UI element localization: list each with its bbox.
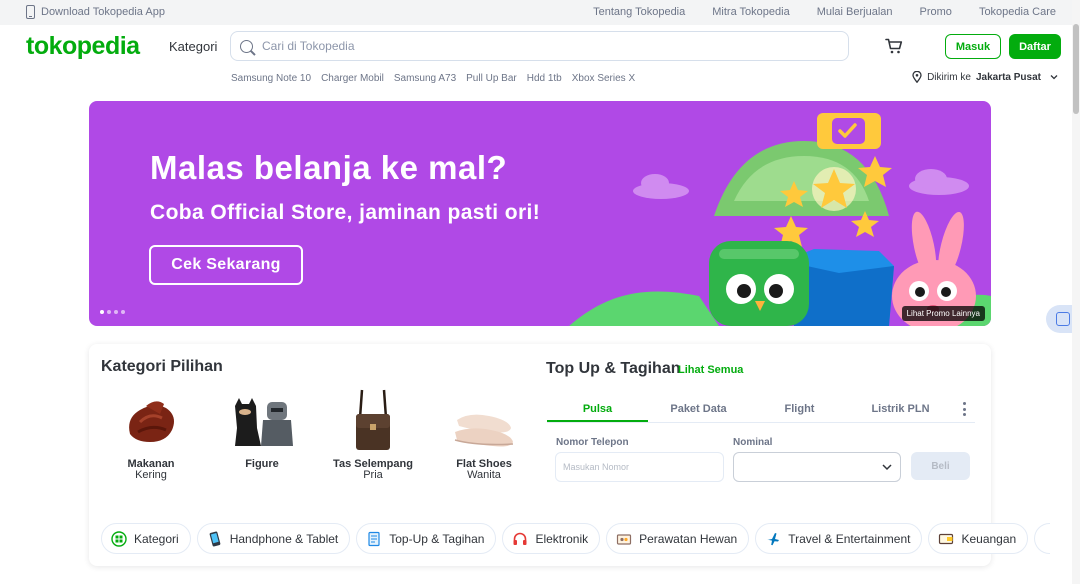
chip-topup-tagihan[interactable]: Top-Up & Tagihan bbox=[356, 523, 497, 554]
kategori-pilihan-title: Kategori Pilihan bbox=[101, 358, 223, 375]
chip-label: Handphone & Tablet bbox=[229, 531, 339, 546]
carousel-dot[interactable] bbox=[114, 310, 118, 314]
chip-perawatan-hewan[interactable]: Perawatan Hewan bbox=[606, 523, 750, 554]
carousel-dots bbox=[100, 310, 125, 314]
link-promo[interactable]: Promo bbox=[920, 6, 952, 18]
kategori-item-sub: Wanita bbox=[467, 469, 501, 481]
chip-handphone-tablet[interactable]: Handphone & Tablet bbox=[196, 523, 351, 554]
chip-label: Perawatan Hewan bbox=[639, 531, 738, 546]
carousel-dot[interactable] bbox=[100, 310, 104, 314]
cart-icon[interactable] bbox=[885, 38, 903, 54]
sling-bag-image bbox=[356, 389, 390, 450]
trending-item[interactable]: Hdd 1tb bbox=[527, 73, 562, 84]
trending-item[interactable]: Xbox Series X bbox=[572, 73, 635, 84]
tab-pulsa[interactable]: Pulsa bbox=[547, 396, 648, 422]
cek-sekarang-button[interactable]: Cek Sekarang bbox=[149, 245, 303, 285]
tab-paket-data[interactable]: Paket Data bbox=[648, 396, 749, 422]
download-app-link[interactable]: Download Tokopedia App bbox=[26, 5, 165, 19]
headphones-icon bbox=[513, 532, 527, 545]
phone-label: Nomor Telepon bbox=[556, 437, 629, 448]
delivery-location[interactable]: Dikirim ke Jakarta Pusat bbox=[912, 71, 1058, 83]
chip-label: Top-Up & Tagihan bbox=[389, 531, 485, 546]
location-pin-icon bbox=[912, 71, 922, 83]
pet-care-icon bbox=[617, 533, 632, 545]
link-mitra[interactable]: Mitra Tokopedia bbox=[712, 6, 789, 18]
chip-kategori[interactable]: Kategori bbox=[101, 523, 191, 554]
tab-listrik-pln[interactable]: Listrik PLN bbox=[850, 396, 951, 422]
chevron-down-icon bbox=[1050, 75, 1058, 80]
kategori-item-sub: Pria bbox=[363, 469, 383, 481]
chip-label: Elektronik bbox=[535, 531, 589, 546]
search-icon bbox=[240, 39, 253, 53]
phone-icon bbox=[26, 5, 35, 19]
tokopedia-logo[interactable]: tokopedia bbox=[26, 32, 140, 61]
login-button[interactable]: Masuk bbox=[945, 34, 1001, 59]
kategori-item-figure[interactable]: Figure bbox=[212, 388, 312, 488]
phone-icon bbox=[209, 531, 221, 546]
register-button[interactable]: Daftar bbox=[1009, 34, 1061, 59]
banner-subline: Coba Official Store, jaminan pasti ori! bbox=[150, 201, 541, 224]
link-tentang[interactable]: Tentang Tokopedia bbox=[593, 6, 685, 18]
more-options-icon[interactable] bbox=[963, 402, 967, 416]
kategori-item-sub: Kering bbox=[135, 469, 167, 481]
kategori-item-tas-selempang[interactable]: Tas Selempang Pria bbox=[323, 388, 423, 488]
banner-illustration bbox=[569, 113, 991, 326]
chip-travel-entertainment[interactable]: Travel & Entertainment bbox=[755, 523, 923, 554]
kategori-pilihan-list: Makanan Kering Figure Tas Selempang Pria bbox=[101, 388, 534, 488]
airplane-icon bbox=[767, 532, 780, 545]
topup-tabs: Pulsa Paket Data Flight Listrik PLN bbox=[547, 396, 975, 423]
kategori-item-makanan[interactable]: Makanan Kering bbox=[101, 388, 201, 488]
kategori-item-name: Figure bbox=[245, 458, 279, 470]
topup-title: Top Up & Tagihan bbox=[546, 360, 681, 377]
chip-label: Keuangan bbox=[961, 531, 1017, 546]
finance-icon bbox=[939, 533, 954, 544]
nominal-label: Nominal bbox=[733, 437, 773, 448]
trending-item[interactable]: Charger Mobil bbox=[321, 73, 384, 84]
chevron-down-icon bbox=[882, 464, 892, 471]
trending-item[interactable]: Samsung A73 bbox=[394, 73, 456, 84]
figure-image bbox=[235, 398, 293, 446]
chip-label: Kategori bbox=[134, 531, 179, 546]
lihat-promo-link[interactable]: Lihat Promo Lainnya bbox=[901, 306, 985, 321]
carousel-dot[interactable] bbox=[121, 310, 125, 314]
buy-button[interactable]: Beli bbox=[911, 452, 970, 480]
tab-flight[interactable]: Flight bbox=[749, 396, 850, 422]
promo-banner[interactable]: Malas belanja ke mal? Coba Official Stor… bbox=[89, 101, 991, 326]
category-topup-card: Kategori Pilihan Makanan Kering Figure T… bbox=[89, 344, 1051, 566]
trending-item[interactable]: Pull Up Bar bbox=[466, 73, 517, 84]
nominal-select[interactable] bbox=[733, 452, 901, 482]
search-bar[interactable] bbox=[230, 31, 849, 61]
kategori-menu[interactable]: Kategori bbox=[169, 39, 217, 54]
main-header: tokopedia Kategori Masuk Daftar Samsung … bbox=[0, 25, 1080, 95]
page-scrollbar[interactable] bbox=[1072, 0, 1080, 584]
chip-label: Travel & Entertainment bbox=[788, 531, 911, 546]
location-city: Jakarta Pusat bbox=[975, 71, 1041, 83]
chip-overflow[interactable] bbox=[1034, 523, 1051, 554]
kategori-item-flat-shoes[interactable]: Flat Shoes Wanita bbox=[434, 388, 534, 488]
category-chip-row: Kategori Handphone & Tablet Top-Up & Tag… bbox=[101, 523, 1051, 554]
location-prefix: Dikirim ke bbox=[927, 71, 971, 83]
phone-input[interactable]: Masukan Nomor bbox=[555, 452, 724, 482]
link-mulai-berjualan[interactable]: Mulai Berjualan bbox=[817, 6, 893, 18]
download-app-label: Download Tokopedia App bbox=[41, 6, 165, 18]
search-input[interactable] bbox=[262, 39, 822, 53]
carousel-dot[interactable] bbox=[107, 310, 111, 314]
flat-shoes-image bbox=[454, 414, 514, 447]
top-links: Tentang Tokopedia Mitra Tokopedia Mulai … bbox=[593, 6, 1056, 18]
dried-meat-image bbox=[129, 401, 174, 442]
trending-searches: Samsung Note 10 Charger Mobil Samsung A7… bbox=[231, 73, 635, 84]
top-utility-bar: Download Tokopedia App Tentang Tokopedia… bbox=[0, 0, 1080, 25]
chip-elektronik[interactable]: Elektronik bbox=[502, 523, 601, 554]
category-grid-icon bbox=[111, 530, 127, 547]
link-care[interactable]: Tokopedia Care bbox=[979, 6, 1056, 18]
feedback-icon bbox=[1056, 312, 1070, 326]
lihat-semua-link[interactable]: Lihat Semua bbox=[678, 364, 743, 376]
banner-headline: Malas belanja ke mal? bbox=[150, 149, 508, 186]
trending-item[interactable]: Samsung Note 10 bbox=[231, 73, 311, 84]
chip-keuangan[interactable]: Keuangan bbox=[928, 523, 1029, 554]
scrollbar-thumb[interactable] bbox=[1073, 24, 1079, 114]
bill-icon bbox=[368, 531, 380, 546]
